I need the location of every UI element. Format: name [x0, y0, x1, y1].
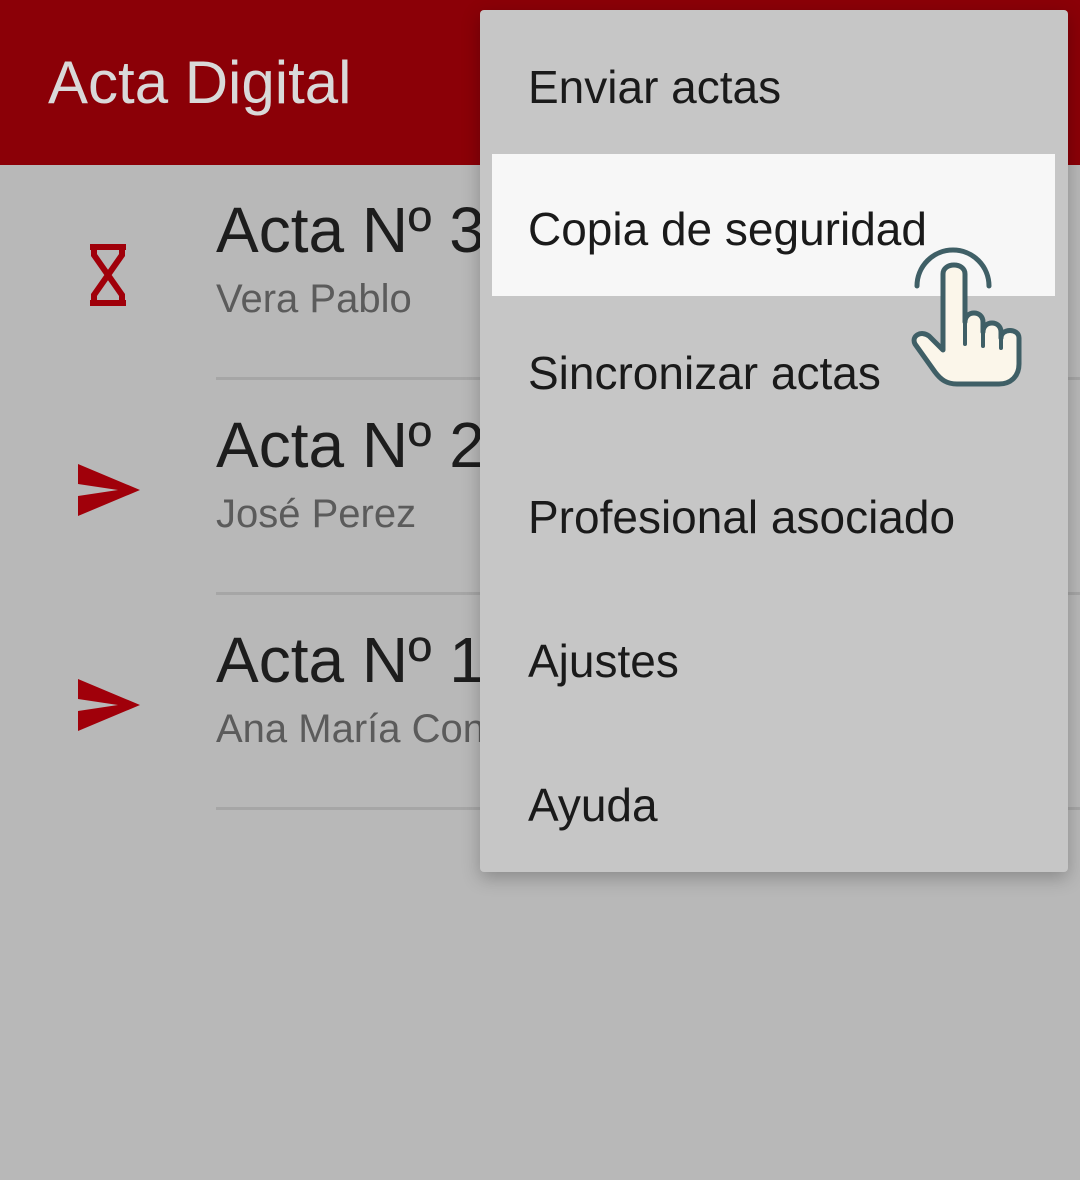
acta-person-name: José Perez: [216, 492, 417, 536]
acta-person-name: Vera Pablo: [216, 277, 412, 321]
acta-title: Acta Nº 2: [216, 409, 485, 481]
send-icon: [78, 679, 140, 731]
menu-item-profesional-asociado[interactable]: Profesional asociado: [492, 442, 1055, 584]
acta-title: Acta Nº 3: [216, 194, 485, 266]
hourglass-icon: [90, 244, 126, 306]
hand-pointer-icon: [911, 247, 1022, 387]
menu-item-label: Enviar actas: [528, 61, 782, 113]
menu-item-label: Ajustes: [528, 635, 679, 687]
acta-title: Acta Nº 1: [216, 624, 485, 696]
menu-item-label: Ayuda: [528, 779, 658, 831]
acta-person-name: Ana María Con: [216, 707, 486, 751]
menu-item-ajustes[interactable]: Ajustes: [492, 586, 1055, 728]
menu-item-enviar-actas[interactable]: Enviar actas: [492, 12, 1055, 154]
menu-item-ayuda[interactable]: Ayuda: [492, 730, 1055, 872]
menu-item-label: Profesional asociado: [528, 491, 956, 543]
app-title: Acta Digital: [48, 49, 352, 116]
send-icon: [78, 464, 140, 516]
overflow-menu: Enviar actas Copia de seguridad Sincroni…: [480, 10, 1068, 872]
menu-item-label: Sincronizar actas: [528, 347, 881, 399]
menu-item-label: Copia de seguridad: [528, 203, 927, 255]
